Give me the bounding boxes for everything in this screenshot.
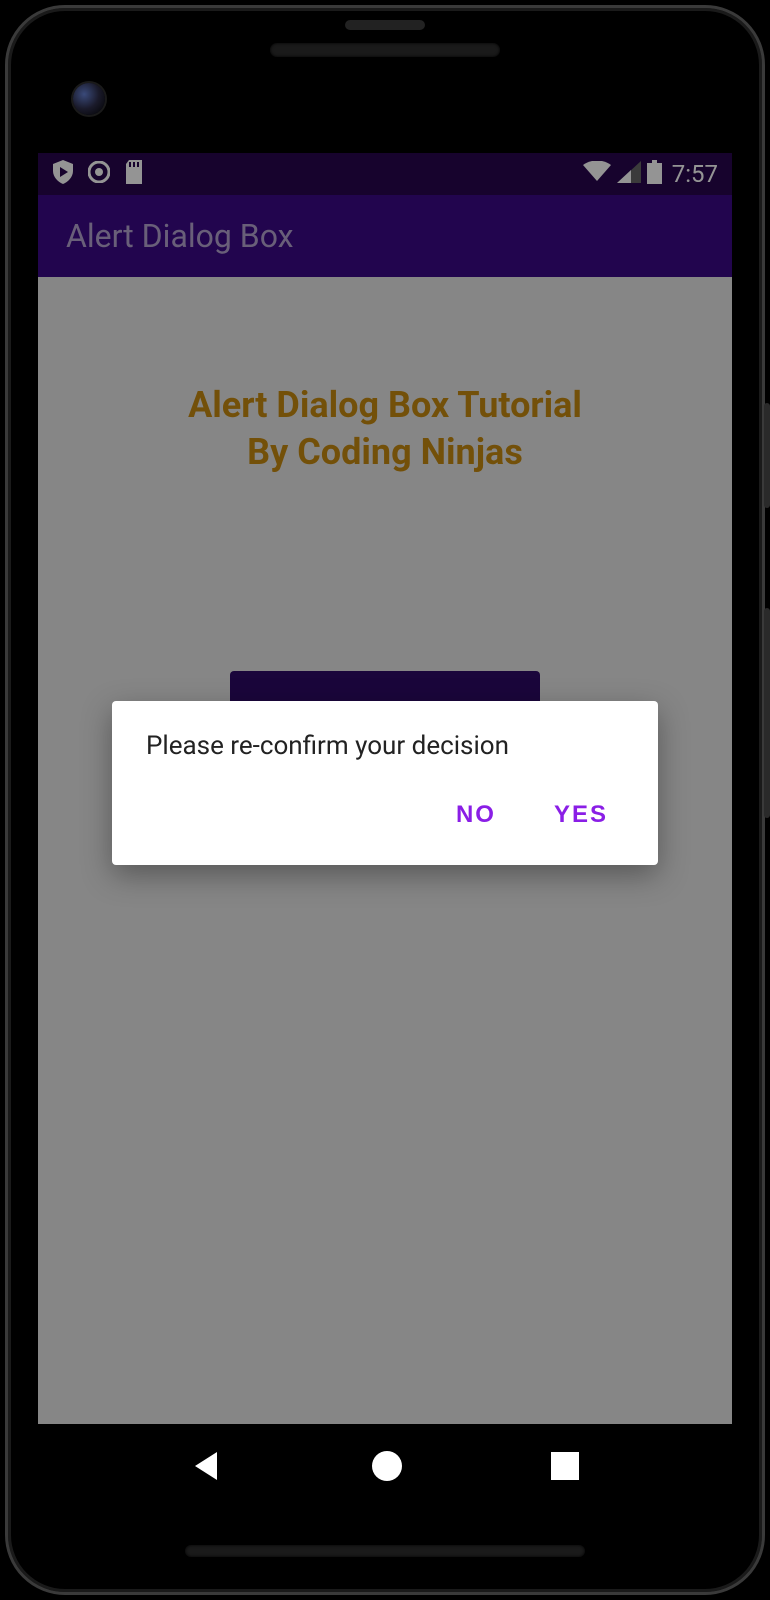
back-icon[interactable] [191, 1450, 223, 1486]
phone-speaker [185, 1545, 585, 1557]
phone-speaker [270, 43, 500, 57]
phone-side-button [764, 608, 770, 818]
navigation-bar [38, 1424, 732, 1512]
alert-dialog: Please re-confirm your decision NO YES [112, 701, 658, 865]
phone-camera [73, 83, 105, 115]
phone-frame: 7:57 Alert Dialog Box Alert Dialog Box T… [5, 5, 765, 1595]
no-button[interactable]: NO [448, 791, 504, 839]
screen: 7:57 Alert Dialog Box Alert Dialog Box T… [38, 153, 732, 1512]
home-icon[interactable] [370, 1449, 404, 1487]
dialog-actions: NO YES [146, 791, 624, 853]
recents-icon[interactable] [551, 1452, 579, 1484]
phone-notch [345, 20, 425, 30]
yes-button[interactable]: YES [546, 791, 616, 839]
dialog-message: Please re-confirm your decision [146, 731, 624, 761]
phone-side-button [764, 403, 770, 508]
